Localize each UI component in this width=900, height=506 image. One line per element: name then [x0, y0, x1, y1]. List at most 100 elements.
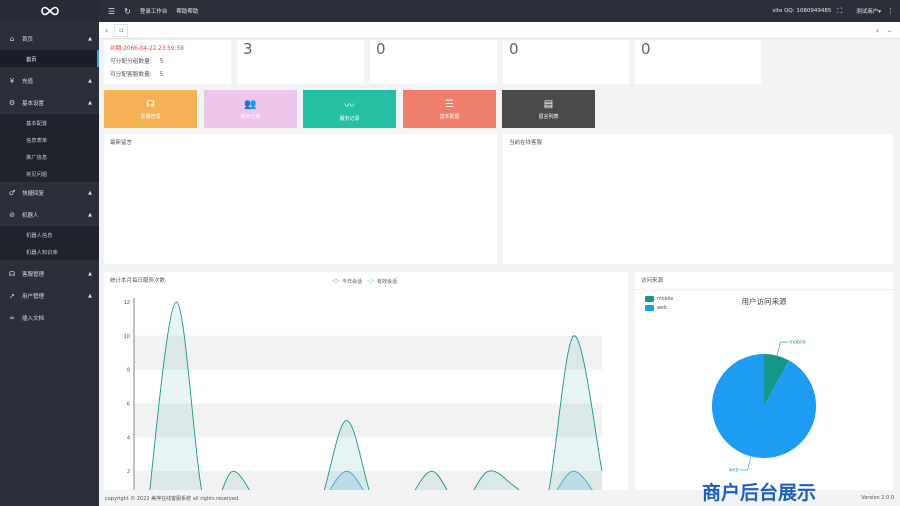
stat-card-5: 0 — [635, 40, 761, 84]
quick-btn-service-records[interactable]: 〰 服务记录 — [303, 90, 396, 128]
topbar-right: site QQ: 1080949485 ⛶ 测试商户▾ ⋮ — [772, 7, 900, 16]
y-tick-label: 10 — [124, 334, 130, 340]
infinity-icon — [40, 6, 59, 16]
nav-group-recharge[interactable]: ¥ 充值 ▲ — [0, 70, 99, 92]
submenu-home: 首页 — [0, 50, 99, 67]
home-icon: ⌂ — [9, 35, 15, 43]
grid-band — [134, 403, 602, 438]
refresh-icon[interactable]: ↻ — [124, 7, 131, 16]
group-quota: 可分配分组数量: 5 — [110, 59, 164, 65]
site-qq: site QQ: 1080949485 — [772, 8, 832, 14]
more-icon[interactable]: ⋮ — [887, 7, 894, 15]
users-icon: 👥 — [244, 98, 257, 110]
stat-value: 0 — [641, 40, 651, 58]
tab-next-icon[interactable]: › — [876, 26, 879, 35]
watermark: 商户后台展示 — [702, 482, 817, 504]
visit-source-pie: mobile web — [712, 340, 816, 473]
grid-band — [134, 335, 602, 370]
nav-group-quick-reply[interactable]: ♂ 快捷回复 ▲ — [0, 182, 99, 204]
series-area-1 — [149, 302, 602, 490]
help-link[interactable]: 帮助帮助 — [176, 7, 198, 15]
series-line-1 — [149, 301, 603, 490]
y-tick-label: 8 — [127, 368, 130, 374]
panel-title: 当前在线客服 — [509, 140, 543, 146]
login-desk-link[interactable]: 登录工作台 — [140, 7, 168, 15]
panel-title: 最新留言 — [110, 140, 133, 146]
reply-icon: ♂ — [8, 189, 16, 197]
pie-slice-web — [712, 354, 816, 458]
sidebar-item-robot-kb[interactable]: 机器人知识库 — [0, 243, 99, 260]
nav-group-agents[interactable]: ☊ 客服管理 ▲ — [0, 263, 99, 285]
pie-label-mobile: mobile — [789, 340, 805, 346]
quick-btn-messages[interactable]: ▤ 留言列表 — [502, 90, 595, 128]
agent-quota: 可分配客服数量: 5 — [110, 72, 164, 78]
panel-online-agents: 当前在线客服 — [503, 134, 893, 264]
panel-visit-source: 访问来源 mobile web 用户访问来源 mobile web — [635, 272, 893, 490]
tab-home[interactable]: ⌂ — [114, 23, 129, 37]
y-tick-label: 2 — [127, 469, 130, 475]
caret-up-icon: ▲ — [88, 271, 92, 277]
menu-toggle-icon[interactable]: ☰ — [108, 7, 115, 16]
submenu-robot: 机器人信息 机器人知识库 — [0, 226, 99, 260]
daily-service-chart: 024681012 — [124, 298, 603, 490]
robot-icon: ⊘ — [9, 211, 15, 219]
sidebar-item-promo[interactable]: 推广信息 — [0, 148, 99, 165]
send-icon: ➚ — [9, 292, 15, 300]
sidebar-item-robot-info[interactable]: 机器人信息 — [0, 226, 99, 243]
stat-value: 3 — [243, 40, 253, 58]
stat-value: 0 — [376, 40, 386, 58]
stat-card-2: 3 — [237, 40, 364, 84]
panel-latest-messages: 最新留言 — [104, 134, 497, 264]
pie-label-web: web — [729, 467, 739, 473]
doc-icon: ▤ — [543, 98, 554, 110]
headset-icon: ☊ — [8, 270, 16, 278]
caret-up-icon: ▲ — [88, 293, 92, 299]
nav-group-users[interactable]: ➚ 用户管理 ▲ — [0, 285, 99, 307]
stat-card-4: 0 — [503, 40, 629, 84]
home-icon: ⌂ — [118, 26, 124, 34]
sidebar-item-info-form[interactable]: 信息表单 — [0, 131, 99, 148]
yen-icon: ¥ — [9, 77, 15, 85]
nav-group-docs[interactable]: ∞ 插入文档 — [0, 307, 99, 329]
sidebar: ⌂ 首页 ▲ 首页 ¥ 充值 ▲ ⚙ 基本设置 ▲ 基本配置 信息表单 推广信息… — [0, 0, 99, 506]
expire-date: 到期:2066-04-22 23:59:59 — [110, 46, 184, 52]
y-tick-label: 12 — [124, 300, 130, 306]
topbar: ☰ ↻ 登录工作台 帮助帮助 site QQ: 1080949485 ⛶ 测试商… — [99, 0, 900, 22]
caret-up-icon: ▲ — [88, 212, 92, 218]
panel-daily-service-chart: 统计本月每日服务次数 -○- 今日会话 -○- 有效会话 024681012 — [104, 272, 628, 490]
tab-prev-icon[interactable]: ‹ — [105, 26, 108, 35]
pie-label-line — [739, 456, 752, 471]
quick-btn-agents[interactable]: ☊ 客服管理 — [104, 90, 197, 128]
copyright: copyright © 2022 美萍在线客服系统 all rights res… — [105, 495, 240, 502]
nav-group-settings[interactable]: ⚙ 基本设置 ▲ — [0, 92, 99, 114]
sidebar-item-home[interactable]: 首页 — [0, 50, 99, 67]
sidebar-item-basic-config[interactable]: 基本配置 — [0, 114, 99, 131]
sliders-icon: ☰ — [445, 98, 454, 110]
y-tick-label: 6 — [127, 402, 130, 408]
stat-card-account: 到期:2066-04-22 23:59:59 可分配分组数量: 5 可分配客服数量… — [104, 40, 231, 84]
link-icon: ∞ — [9, 314, 15, 322]
nav-group-robot[interactable]: ⊘ 机器人 ▲ — [0, 204, 99, 226]
stat-value: 0 — [509, 40, 519, 58]
tabbar: ‹ ⌂ › ⌄ — [99, 22, 900, 39]
gear-icon: ⚙ — [8, 99, 16, 107]
account-menu[interactable]: 测试商户▾ — [856, 7, 881, 15]
tab-menu-icon[interactable]: ⌄ — [887, 27, 892, 34]
submenu-settings: 基本配置 信息表单 推广信息 常见问题 — [0, 114, 99, 182]
headset-icon: ☊ — [146, 98, 155, 110]
caret-up-icon: ▲ — [88, 78, 92, 84]
y-tick-label: 4 — [127, 435, 130, 441]
fullscreen-icon[interactable]: ⛶ — [837, 7, 842, 16]
quick-btn-chat-records[interactable]: 👥 聊天记录 — [204, 90, 297, 128]
quick-btn-basic-config[interactable]: ☰ 基本配置 — [403, 90, 496, 128]
caret-up-icon: ▲ — [88, 100, 92, 106]
caret-up-icon: ▲ — [88, 36, 92, 42]
caret-up-icon: ▲ — [88, 190, 92, 196]
sidebar-item-faq[interactable]: 常见问题 — [0, 165, 99, 182]
version: Version 2.0.0 — [861, 495, 894, 501]
nav-group-home[interactable]: ⌂ 首页 ▲ — [0, 28, 99, 50]
pulse-icon: 〰 — [344, 100, 355, 112]
pie-label-line — [776, 341, 789, 356]
stat-card-3: 0 — [370, 40, 497, 84]
logo[interactable] — [0, 0, 99, 22]
